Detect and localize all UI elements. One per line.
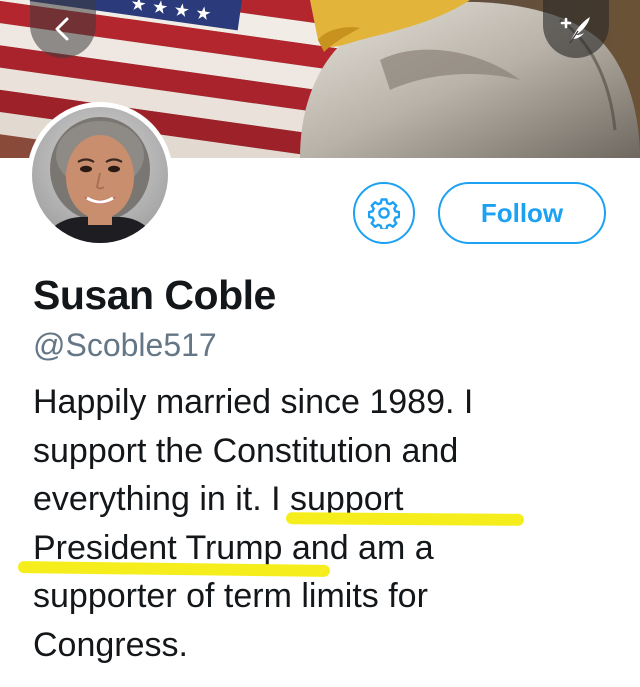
gear-icon <box>368 198 400 229</box>
settings-button[interactable] <box>353 182 415 244</box>
bio-line: support the Constitution and <box>33 431 459 470</box>
highlighter-underline <box>285 512 525 526</box>
bio-line: Congress. <box>33 625 188 664</box>
profile-photo <box>32 107 168 243</box>
follow-button-label: Follow <box>480 197 564 228</box>
follow-button[interactable]: Follow <box>438 182 606 244</box>
bio-line: Happily married since 1989. I <box>33 383 474 421</box>
display-name: Susan Coble <box>33 272 276 318</box>
bio-line: supporter of term limits for <box>33 577 428 615</box>
user-handle: @Scoble517 <box>33 327 217 363</box>
avatar[interactable] <box>27 102 173 248</box>
chevron-left-icon <box>55 17 69 41</box>
profile-page: ★ ★ ★ ★ Follow Susan Coble @Scoble517 Ha… <box>0 0 640 687</box>
compose-tweet-feather-icon <box>560 17 590 44</box>
